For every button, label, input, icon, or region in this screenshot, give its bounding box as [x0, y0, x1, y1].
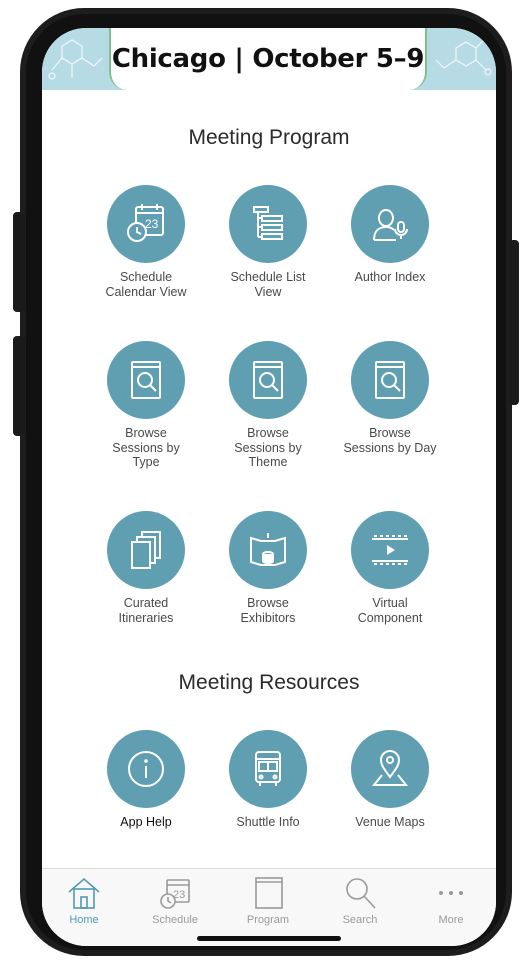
book-icon	[255, 877, 283, 909]
phone-side-button	[13, 336, 25, 436]
virtual-component-button[interactable]	[351, 511, 429, 589]
tile-virtual-component[interactable]: Virtual Component	[335, 511, 445, 625]
tile-browse-exhibitors[interactable]: Browse Exhibitors	[213, 511, 323, 625]
tab-more[interactable]: More	[411, 875, 491, 926]
molecule-pattern-icon	[48, 39, 103, 80]
exhibit-booth-icon	[250, 533, 286, 566]
browse-exhibitors-button[interactable]	[229, 511, 307, 589]
stacked-pages-icon	[131, 531, 161, 569]
tile-schedule-calendar[interactable]: 23 Schedule Calendar View	[91, 185, 201, 299]
calendar-icon: 23	[160, 879, 190, 909]
tile-shuttle-info[interactable]: Shuttle Info	[213, 730, 323, 830]
tile-app-help[interactable]: App Help	[91, 730, 201, 830]
shuttle-info-button[interactable]	[229, 730, 307, 808]
section-title-program: Meeting Program	[188, 126, 350, 149]
film-play-icon	[372, 535, 408, 565]
browse-sessions-theme-button[interactable]	[229, 341, 307, 419]
tile-label: Virtual Component	[357, 596, 423, 625]
header-banner: Chicago | October 5–9	[42, 28, 496, 90]
search-icon	[346, 878, 376, 909]
tile-author-index[interactable]: Author Index	[335, 185, 445, 285]
tile-label: Schedule List View	[230, 270, 306, 299]
app-screen: Chicago | October 5–9 Meeting Program 23…	[42, 28, 496, 946]
app-help-button[interactable]	[107, 730, 185, 808]
tile-browse-theme[interactable]: Browse Sessions by Theme	[213, 341, 323, 470]
tile-venue-maps[interactable]: Venue Maps	[335, 730, 445, 830]
tile-label: Browse Sessions by Day	[343, 426, 437, 455]
tile-label: Author Index	[354, 270, 426, 284]
map-pin-icon	[371, 750, 409, 786]
tile-schedule-list[interactable]: Schedule List View	[213, 185, 323, 299]
tab-program[interactable]: Program	[228, 875, 308, 926]
tile-label: Venue Maps	[355, 815, 425, 829]
venue-maps-button[interactable]	[351, 730, 429, 808]
section-title-resources: Meeting Resources	[178, 671, 360, 694]
more-dots-icon	[439, 891, 463, 895]
home-indicator	[197, 936, 341, 941]
phone-side-button	[509, 240, 519, 405]
book-magnifier-icon	[131, 361, 161, 399]
tile-label: Browse Sessions by Type	[112, 426, 180, 469]
tab-label: Home	[69, 914, 99, 926]
tab-label: Schedule	[152, 914, 198, 926]
browse-sessions-day-button[interactable]	[351, 341, 429, 419]
tile-label: App Help	[120, 815, 172, 829]
tab-label: More	[438, 914, 464, 926]
tab-home[interactable]: Home	[44, 875, 124, 926]
list-tree-icon	[253, 206, 283, 240]
tile-browse-type[interactable]: Browse Sessions by Type	[91, 341, 201, 470]
svg-text:23: 23	[173, 889, 185, 901]
calendar-clock-icon: 23	[127, 204, 164, 242]
tab-label: Program	[246, 914, 290, 926]
banner-title-box: Chicago | October 5–9	[109, 28, 427, 90]
svg-text:23: 23	[145, 217, 159, 231]
tab-search[interactable]: Search	[320, 875, 400, 926]
page-title: Chicago | October 5–9	[111, 44, 425, 74]
tile-curated-itineraries[interactable]: Curated Itineraries	[91, 511, 201, 625]
person-mic-icon	[373, 209, 408, 241]
tile-label: Browse Sessions by Theme	[234, 426, 302, 469]
tab-label: Search	[342, 914, 378, 926]
author-index-button[interactable]	[351, 185, 429, 263]
tile-browse-day[interactable]: Browse Sessions by Day	[335, 341, 445, 455]
tab-bar: Home 23 Schedule Program Search More	[42, 868, 496, 946]
info-icon	[128, 751, 164, 787]
curated-itineraries-button[interactable]	[107, 511, 185, 589]
tile-label: Browse Exhibitors	[240, 596, 296, 625]
schedule-list-button[interactable]	[229, 185, 307, 263]
molecule-pattern-icon	[435, 37, 492, 76]
tile-label: Schedule Calendar View	[105, 270, 187, 299]
tab-schedule[interactable]: 23 Schedule	[135, 875, 215, 926]
home-icon	[68, 877, 100, 909]
schedule-calendar-button[interactable]: 23	[107, 185, 185, 263]
tile-label: Curated Itineraries	[118, 596, 174, 625]
phone-side-button	[13, 212, 25, 312]
browse-sessions-type-button[interactable]	[107, 341, 185, 419]
book-magnifier-icon	[253, 361, 283, 399]
book-magnifier-icon	[375, 361, 405, 399]
bus-icon	[255, 751, 281, 786]
tile-label: Shuttle Info	[236, 815, 300, 829]
